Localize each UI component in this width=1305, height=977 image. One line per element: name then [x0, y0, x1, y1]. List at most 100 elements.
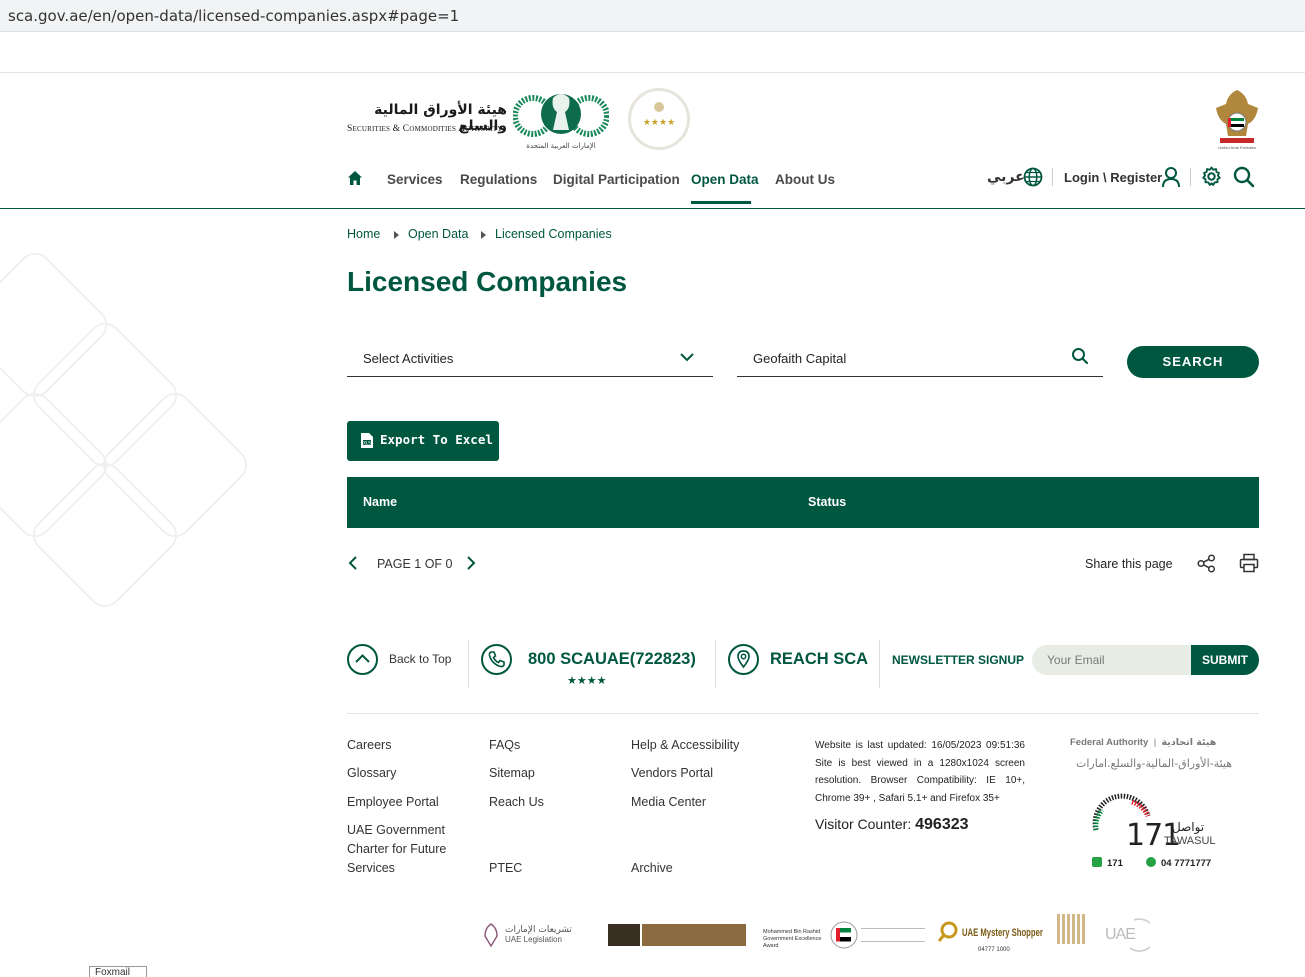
util-separator	[1190, 168, 1191, 186]
nav-about-us[interactable]: About Us	[775, 172, 835, 187]
footer-link-reach-us[interactable]: Reach Us	[489, 793, 544, 812]
partner-uae-legislation-logo[interactable]: تشريعات الإمارات UAE Legislation	[481, 914, 572, 956]
uae-brand-label: UAE	[1105, 926, 1136, 943]
svg-text:الإمارات العربية المتحدة: الإمارات العربية المتحدة	[526, 142, 595, 150]
phone-handset-icon	[488, 651, 505, 668]
federal-authority-ar: هيئة اتحادية	[1161, 737, 1217, 748]
uae-flag-badge-icon	[830, 921, 858, 949]
column-header-name[interactable]: Name	[363, 495, 397, 509]
chevron-left-icon[interactable]	[346, 555, 360, 571]
footer-link-faqs[interactable]: FAQs	[489, 736, 520, 755]
breadcrumb-open-data[interactable]: Open Data	[408, 227, 468, 241]
nav-regulations[interactable]: Regulations	[460, 172, 537, 187]
chevron-up-icon	[355, 654, 370, 663]
column-header-status[interactable]: Status	[808, 495, 846, 509]
federal-authority-en: Federal Authority	[1070, 737, 1149, 748]
award-star-icon: ★★★★	[643, 102, 675, 128]
company-search-input[interactable]	[737, 340, 1057, 376]
activities-dropdown-label: Select Activities	[363, 351, 454, 366]
print-icon[interactable]	[1239, 553, 1259, 573]
breadcrumb-current: Licensed Companies	[495, 227, 612, 241]
tawasul-phone-2[interactable]: 04 7771777	[1146, 857, 1211, 869]
search-button[interactable]: SEARCH	[1127, 346, 1259, 378]
export-to-excel-button[interactable]: XLS Export To Excel	[347, 421, 499, 461]
back-to-top-label[interactable]: Back to Top	[389, 652, 451, 666]
background-pattern-decoration	[0, 252, 248, 608]
svg-text:United Arab Emirates: United Arab Emirates	[1218, 145, 1256, 150]
language-label: عربي	[987, 169, 1025, 185]
nav-digital-participation[interactable]: Digital Participation	[553, 172, 680, 187]
reach-sca-link[interactable]: REACH SCA	[770, 650, 868, 669]
svg-text:XLS: XLS	[363, 440, 371, 445]
federal-authority-label: Federal Authority | هيئة اتحادية	[1070, 737, 1217, 748]
url-text[interactable]: sca.gov.ae/en/open-data/licensed-compani…	[8, 7, 459, 25]
uae-emblem-icon[interactable]: United Arab Emirates	[1212, 86, 1262, 150]
partner-mbr-award-logo[interactable]: Mohammed Bin Rashid Government Excellenc…	[763, 914, 925, 956]
legislation-emblem-icon	[484, 923, 498, 948]
share-icon[interactable]	[1197, 554, 1216, 573]
tawasul-logo[interactable]: 171 تواصل TAWASUL	[1092, 790, 1218, 853]
chevron-down-icon	[680, 353, 694, 362]
footer-link-archive[interactable]: Archive	[631, 859, 673, 878]
breadcrumb-arrow-icon	[394, 231, 399, 239]
nav-services[interactable]: Services	[387, 172, 443, 187]
mystery-shopper-phone: 04777 1000	[978, 947, 1010, 953]
newsletter-submit-button[interactable]: SUBMIT	[1191, 645, 1259, 675]
breadcrumb-home[interactable]: Home	[347, 227, 380, 241]
footer-link-employee-portal[interactable]: Employee Portal	[347, 793, 439, 812]
footer-link-glossary[interactable]: Glossary	[347, 764, 396, 783]
footer-link-sitemap[interactable]: Sitemap	[489, 764, 535, 783]
tawasul-phone-2-number: 04 7771777	[1161, 858, 1212, 869]
globe-icon	[1023, 167, 1043, 187]
magnifier-logo-icon	[937, 921, 958, 942]
newsletter-email-input[interactable]	[1032, 645, 1191, 675]
contact-separator	[879, 640, 880, 688]
partner-sheikh-khalifa-logo[interactable]	[608, 914, 746, 956]
footer-link-ptec[interactable]: PTEC	[489, 859, 522, 878]
footer-link-government-charter[interactable]: UAE Government Charter for Future Servic…	[347, 821, 462, 878]
phone-icon	[1092, 857, 1102, 867]
search-icon[interactable]	[1071, 347, 1089, 365]
mbr-award-arabic-block	[861, 928, 925, 942]
browser-url-bar[interactable]: sca.gov.ae/en/open-data/licensed-compani…	[0, 0, 1305, 32]
settings-gear-icon[interactable]	[1201, 166, 1222, 187]
footer-link-help-accessibility[interactable]: Help & Accessibility	[631, 736, 739, 755]
active-nav-indicator	[691, 201, 751, 204]
language-switch[interactable]: عربي	[987, 166, 1047, 190]
nav-open-data[interactable]: Open Data	[691, 172, 759, 187]
mbr-award-label: Mohammed Bin Rashid Government Excellenc…	[763, 929, 822, 949]
table-header: Name Status	[347, 477, 1259, 528]
newsletter-label: NEWSLETTER SIGNUP	[892, 653, 1025, 667]
qr-code-icon	[1057, 914, 1087, 944]
site-update-info: Website is last updated: 16/05/2023 09:5…	[815, 740, 1025, 804]
sca-falcon-emblem-icon: الإمارات العربية المتحدة	[513, 94, 609, 150]
back-to-top-button[interactable]	[347, 644, 378, 675]
page-title: Licensed Companies	[347, 266, 628, 297]
login-label: Login \ Register	[1064, 170, 1163, 185]
header-bottom-border	[0, 208, 1305, 209]
hotline-number[interactable]: 800 SCAUAE(722823)	[528, 650, 696, 669]
award-badge: ★★★★	[628, 88, 690, 150]
khalifa-calligraphy-block	[642, 924, 746, 946]
activities-dropdown[interactable]: Select Activities	[347, 340, 713, 377]
tawasul-phone-1[interactable]: 171	[1092, 857, 1123, 869]
login-register-link[interactable]: Login \ Register	[1064, 166, 1182, 190]
phone-icon	[481, 644, 512, 675]
visitor-counter-value: 496323	[915, 816, 969, 833]
breadcrumb-arrow-icon	[481, 231, 486, 239]
partner-mystery-shopper-logo[interactable]: UAE Mystery Shopper 04777 1000	[936, 914, 1043, 956]
search-icon[interactable]	[1233, 166, 1255, 188]
partner-qr-code[interactable]	[1057, 914, 1089, 956]
company-search-field	[737, 340, 1103, 377]
uae-legislation-label: UAE Legislation	[505, 935, 562, 944]
footer-link-media-center[interactable]: Media Center	[631, 793, 706, 812]
partner-uae-brand-logo[interactable]: UAE	[1104, 914, 1157, 956]
footer-link-vendors-portal[interactable]: Vendors Portal	[631, 764, 713, 783]
footer-link-careers[interactable]: Careers	[347, 736, 391, 755]
home-icon[interactable]	[347, 170, 363, 186]
sca-arabic-domain[interactable]: هيئة-الأوراق-المالية-والسلع.امارات	[1076, 757, 1232, 770]
chevron-right-icon[interactable]	[464, 555, 478, 571]
location-pin-icon	[728, 644, 759, 675]
foxmail-overlay-tab[interactable]: Foxmail	[89, 966, 147, 977]
map-marker-icon	[737, 650, 750, 669]
